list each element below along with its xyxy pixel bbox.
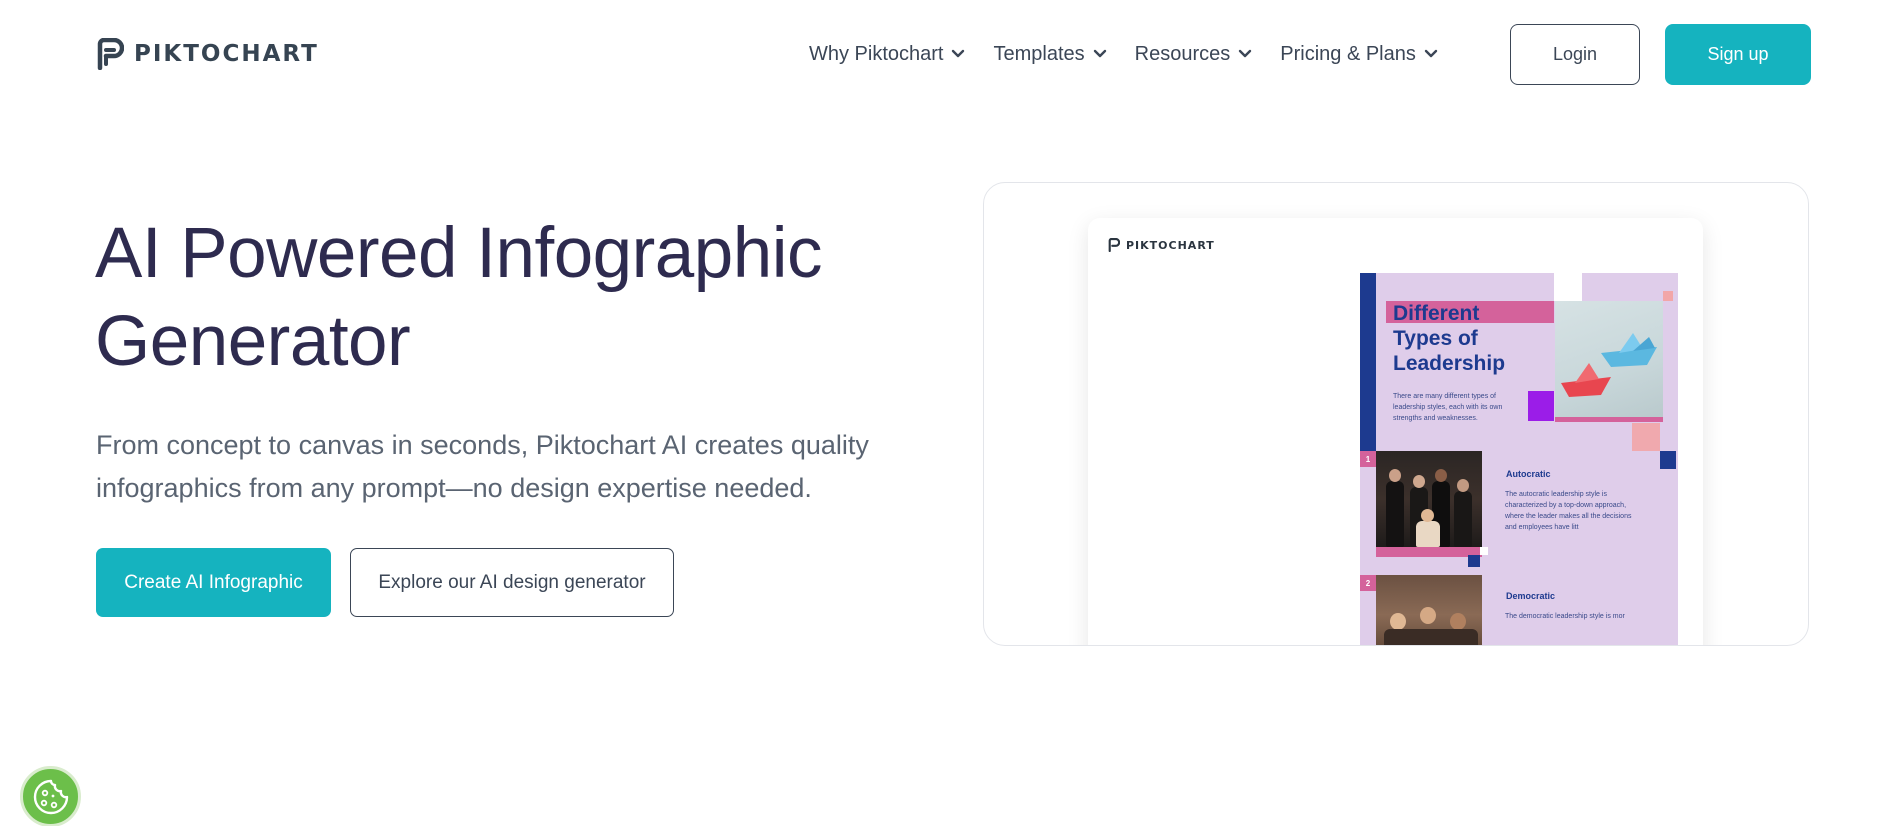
decor-pink-bar	[1376, 547, 1482, 557]
decor-navy-square	[1468, 555, 1480, 567]
nav-templates-label: Templates	[993, 42, 1085, 65]
photo-figure	[1384, 629, 1478, 645]
chevron-down-icon	[952, 49, 965, 58]
piktochart-logo[interactable]: PIKTOCHART	[96, 38, 319, 70]
section-number-badge: 2	[1360, 575, 1376, 591]
site-header: PIKTOCHART Why Piktochart Templates Reso…	[0, 0, 1892, 108]
cookie-icon	[33, 779, 68, 814]
photo-figure-head	[1420, 607, 1436, 624]
nav-why-piktochart-label: Why Piktochart	[809, 42, 944, 65]
decor-purple-square	[1528, 391, 1554, 421]
red-paper-boat-icon	[1561, 363, 1611, 397]
explore-ai-design-generator-button[interactable]: Explore our AI design generator	[350, 548, 674, 617]
infographic-title: Different Types of Leadership	[1393, 301, 1573, 376]
leadership-infographic: Different Types of Leadership There are …	[1360, 273, 1678, 645]
create-ai-infographic-button[interactable]: Create AI Infographic	[96, 548, 331, 617]
section-title-autocratic: Autocratic	[1506, 469, 1551, 479]
piktochart-logo-icon	[1108, 238, 1120, 252]
infographic-description: There are many different types of leader…	[1393, 393, 1503, 422]
infographic-title-line1: Different	[1393, 302, 1480, 325]
nav-resources[interactable]: Resources	[1135, 38, 1253, 70]
preview-document: PIKTOCHART Different Types of Leadership…	[1088, 218, 1703, 645]
nav-pricing-plans-label: Pricing & Plans	[1280, 42, 1416, 65]
photo-figure	[1454, 491, 1472, 547]
section-number-badge: 1	[1360, 451, 1376, 467]
chevron-down-icon	[1239, 49, 1252, 58]
nav-pricing-plans[interactable]: Pricing & Plans	[1280, 38, 1438, 70]
hero-title: AI Powered Infographic Generator	[95, 210, 855, 386]
infographic-title-line3: Leadership	[1393, 352, 1506, 375]
paper-boats-image	[1555, 301, 1663, 419]
section-text-autocratic: The autocratic leadership style is chara…	[1505, 491, 1632, 531]
decor-white-square	[1480, 547, 1488, 555]
democratic-team-photo	[1376, 575, 1482, 645]
hero-subtitle-line2: infographics from any prompt—no design e…	[96, 473, 812, 503]
login-button[interactable]: Login	[1510, 24, 1640, 85]
nav-why-piktochart[interactable]: Why Piktochart	[809, 38, 965, 70]
chevron-down-icon	[1424, 49, 1438, 58]
signup-button[interactable]: Sign up	[1665, 24, 1811, 85]
logo-wordmark: PIKTOCHART	[134, 41, 319, 67]
hero-subtitle: From concept to canvas in seconds, Pikto…	[96, 424, 896, 510]
main-nav: Why Piktochart Templates Resources Prici…	[809, 38, 1466, 70]
hero-subtitle-line1: From concept to canvas in seconds, Pikto…	[96, 430, 869, 460]
piktochart-logo-icon	[97, 38, 124, 70]
infographic-preview-card: PIKTOCHART Different Types of Leadership…	[983, 182, 1809, 646]
section-title-democratic: Democratic	[1506, 591, 1556, 601]
decor-white-square	[1554, 273, 1582, 301]
nav-templates[interactable]: Templates	[993, 38, 1106, 70]
infographic-title-line2: Types of	[1393, 327, 1478, 350]
section-text-democratic: The democratic leadership style is mor	[1505, 613, 1625, 620]
decor-navy-square	[1660, 451, 1676, 469]
photo-figure	[1386, 481, 1404, 547]
photo-figure-head	[1413, 475, 1425, 488]
preview-logo-text: PIKTOCHART	[1126, 238, 1215, 252]
photo-figure-head	[1421, 509, 1434, 522]
decor-pink-square	[1632, 423, 1660, 451]
photo-figure-head	[1390, 613, 1406, 630]
decor-pink-dot	[1663, 291, 1673, 301]
photo-figure-head	[1435, 469, 1447, 482]
photo-figure-head	[1450, 613, 1466, 630]
navy-strip	[1360, 273, 1376, 451]
photo-figure	[1416, 521, 1440, 547]
hero-title-line2: Generator	[95, 302, 411, 381]
nav-resources-label: Resources	[1134, 42, 1231, 65]
hero-title-line1: AI Powered Infographic	[95, 214, 823, 293]
photo-figure-head	[1457, 479, 1469, 492]
cookie-settings-button[interactable]	[20, 766, 81, 826]
decor-pink-line	[1555, 417, 1663, 422]
autocratic-team-photo	[1376, 451, 1482, 547]
photo-figure-head	[1389, 469, 1401, 482]
preview-logo: PIKTOCHART	[1108, 238, 1215, 252]
chevron-down-icon	[1093, 49, 1106, 58]
